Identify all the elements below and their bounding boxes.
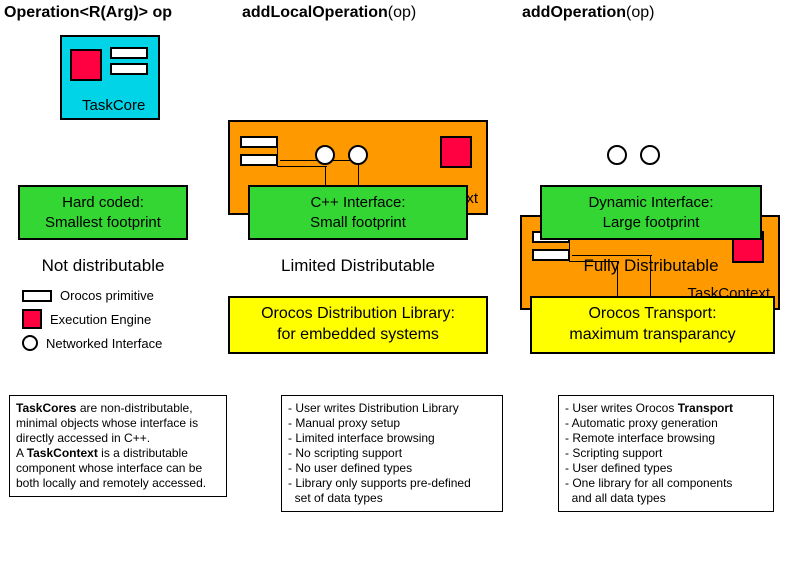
header-col3: addOperation(op) — [522, 4, 654, 22]
dist-label-col2: Limited Distributable — [248, 256, 468, 276]
footprint-box-col1: Hard coded: Smallest footprint — [18, 185, 188, 240]
execution-engine-icon — [22, 309, 42, 329]
footprint-line1: Dynamic Interface: — [546, 193, 756, 213]
note-item: - Library only supports pre-defined — [288, 476, 496, 491]
note-text: - User writes Orocos — [565, 401, 678, 415]
header-col2: addLocalOperation(op) — [242, 4, 416, 22]
legend-row-exec: Execution Engine — [22, 309, 162, 329]
note-item: - User defined types — [565, 461, 767, 476]
footprint-box-col2: C++ Interface: Small footprint — [248, 185, 468, 240]
legend-exec-label: Execution Engine — [50, 312, 151, 327]
note-item: - One library for all components — [565, 476, 767, 491]
footprint-line1: Hard coded: — [24, 193, 182, 213]
legend-row-primitive: Orocos primitive — [22, 288, 162, 303]
yellow-line1: Orocos Transport: — [536, 304, 769, 325]
header-col3-bold: addOperation — [522, 4, 626, 21]
execution-engine-icon — [440, 136, 472, 168]
footprint-box-col3: Dynamic Interface: Large footprint — [540, 185, 762, 240]
note-item: - User writes Distribution Library — [288, 401, 496, 416]
note-bold: TaskContext — [27, 446, 98, 460]
footprint-line2: Large footprint — [546, 213, 756, 233]
note-box-col2: - User writes Distribution Library - Man… — [281, 395, 503, 512]
dist-label-col1: Not distributable — [18, 256, 188, 276]
note-item: - Limited interface browsing — [288, 431, 496, 446]
header-col2-light: (op) — [388, 4, 416, 21]
yellow-line2: for embedded systems — [234, 325, 482, 346]
primitive-slot — [240, 154, 278, 166]
execution-engine-icon — [70, 49, 102, 81]
note-bold: TaskCores — [16, 401, 76, 415]
footprint-line2: Small footprint — [254, 213, 462, 233]
note-item: and all data types — [565, 491, 767, 506]
primitive-slot — [110, 63, 148, 75]
note-item: - Remote interface browsing — [565, 431, 767, 446]
networked-interface-icon — [640, 145, 660, 165]
primitive-slot — [240, 136, 278, 148]
note-box-col3: - User writes Orocos Transport - Automat… — [558, 395, 774, 512]
note-item: - Scripting support — [565, 446, 767, 461]
yellow-line2: maximum transparancy — [536, 325, 769, 346]
note-item: - No scripting support — [288, 446, 496, 461]
yellow-line1: Orocos Distribution Library: — [234, 304, 482, 325]
networked-interface-icon — [348, 145, 368, 165]
connector-line — [277, 166, 327, 167]
header-col1-text: Operation<R(Arg)> op — [4, 4, 172, 21]
primitive-icon — [22, 290, 52, 302]
note-box-col1: TaskCores are non-distributable, minimal… — [9, 395, 227, 497]
note-item: set of data types — [288, 491, 496, 506]
yellow-box-col2: Orocos Distribution Library: for embedde… — [228, 296, 488, 354]
taskcore-label: TaskCore — [82, 97, 145, 114]
note-item: - User writes Orocos Transport — [565, 401, 767, 416]
note-item: - Automatic proxy generation — [565, 416, 767, 431]
note-bold: Transport — [678, 401, 733, 415]
networked-interface-icon — [315, 145, 335, 165]
footprint-line1: C++ Interface: — [254, 193, 462, 213]
footprint-line2: Smallest footprint — [24, 213, 182, 233]
note-item: - Manual proxy setup — [288, 416, 496, 431]
note-item: - No user defined types — [288, 461, 496, 476]
networked-interface-icon — [607, 145, 627, 165]
taskcore-box: TaskCore — [60, 35, 160, 120]
header-col1: Operation<R(Arg)> op — [4, 4, 172, 22]
legend-primitive-label: Orocos primitive — [60, 288, 154, 303]
yellow-box-col3: Orocos Transport: maximum transparancy — [530, 296, 775, 354]
legend-net-label: Networked Interface — [46, 336, 162, 351]
connector-line — [277, 148, 278, 166]
primitive-slot — [110, 47, 148, 59]
legend: Orocos primitive Execution Engine Networ… — [22, 288, 162, 357]
networked-interface-icon — [22, 335, 38, 351]
legend-row-net: Networked Interface — [22, 335, 162, 351]
header-col3-light: (op) — [626, 4, 654, 21]
note-text: A — [16, 446, 27, 460]
dist-label-col3: Fully Distributable — [540, 256, 762, 276]
header-col2-bold: addLocalOperation — [242, 4, 388, 21]
